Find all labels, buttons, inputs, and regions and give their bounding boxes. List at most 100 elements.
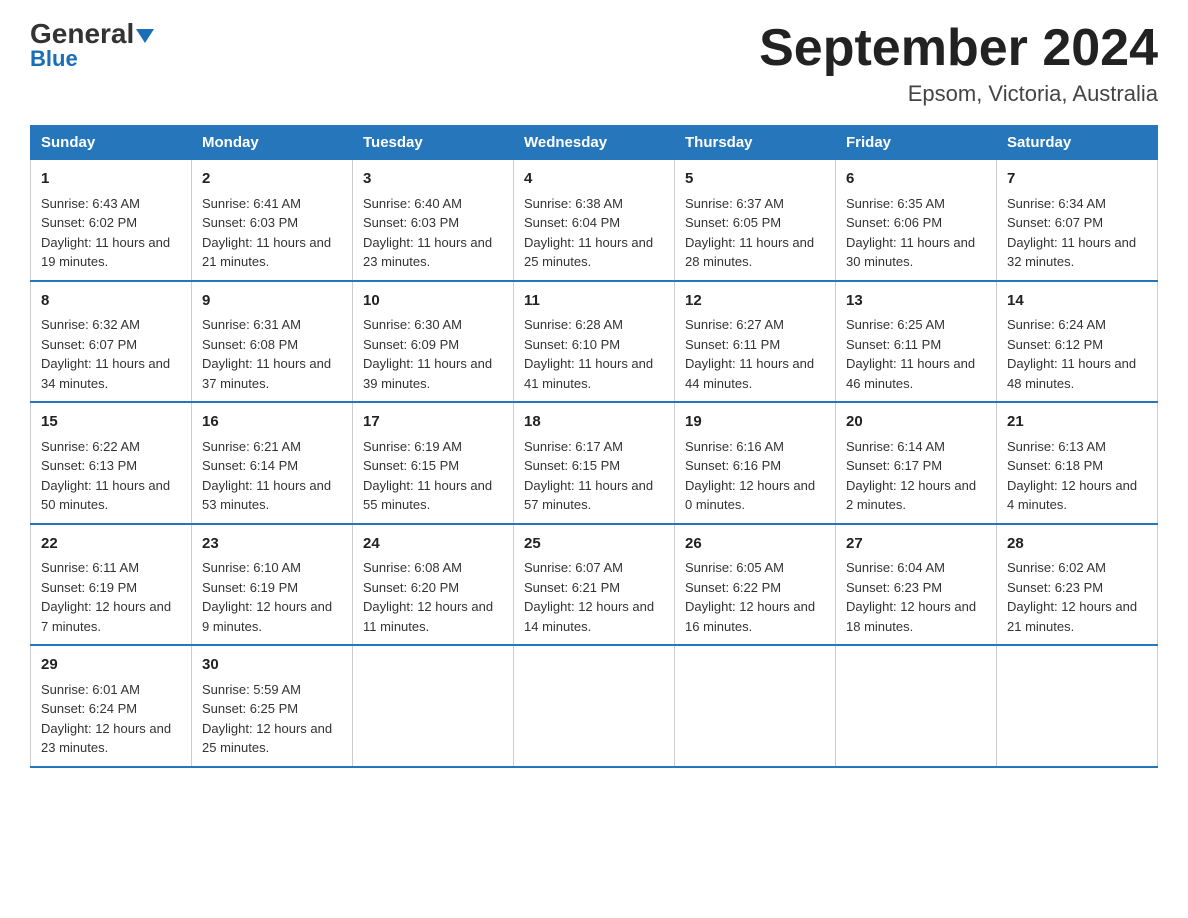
day-sunrise: Sunrise: 6:01 AM xyxy=(41,682,140,697)
day-sunset: Sunset: 6:14 PM xyxy=(202,458,298,473)
weekday-header-thursday: Thursday xyxy=(675,126,836,160)
calendar-cell: 14Sunrise: 6:24 AMSunset: 6:12 PMDayligh… xyxy=(997,281,1158,403)
day-sunset: Sunset: 6:06 PM xyxy=(846,215,942,230)
title-area: September 2024 Epsom, Victoria, Australi… xyxy=(759,20,1158,107)
day-daylight: Daylight: 11 hours and 41 minutes. xyxy=(524,356,653,391)
day-sunrise: Sunrise: 6:43 AM xyxy=(41,196,140,211)
calendar-cell: 25Sunrise: 6:07 AMSunset: 6:21 PMDayligh… xyxy=(514,524,675,646)
day-number: 13 xyxy=(846,290,986,313)
day-sunset: Sunset: 6:20 PM xyxy=(363,580,459,595)
weekday-header-sunday: Sunday xyxy=(31,126,192,160)
day-number: 24 xyxy=(363,533,503,556)
day-daylight: Daylight: 11 hours and 25 minutes. xyxy=(524,235,653,270)
day-sunrise: Sunrise: 6:32 AM xyxy=(41,317,140,332)
day-number: 17 xyxy=(363,411,503,434)
day-sunset: Sunset: 6:23 PM xyxy=(846,580,942,595)
day-daylight: Daylight: 11 hours and 28 minutes. xyxy=(685,235,814,270)
day-sunrise: Sunrise: 6:27 AM xyxy=(685,317,784,332)
day-sunrise: Sunrise: 6:35 AM xyxy=(846,196,945,211)
day-sunset: Sunset: 6:02 PM xyxy=(41,215,137,230)
calendar-body: 1 Sunrise: 6:43 AM Sunset: 6:02 PM Daylight… xyxy=(31,160,1158,767)
day-sunset: Sunset: 6:23 PM xyxy=(1007,580,1103,595)
day-sunrise: Sunrise: 6:14 AM xyxy=(846,439,945,454)
calendar-header-row: SundayMondayTuesdayWednesdayThursdayFrid… xyxy=(31,126,1158,160)
day-sunrise: Sunrise: 6:31 AM xyxy=(202,317,301,332)
day-daylight: Daylight: 11 hours and 55 minutes. xyxy=(363,478,492,513)
calendar-week-row: 22Sunrise: 6:11 AMSunset: 6:19 PMDayligh… xyxy=(31,524,1158,646)
day-daylight: Daylight: 11 hours and 30 minutes. xyxy=(846,235,975,270)
day-daylight: Daylight: 12 hours and 16 minutes. xyxy=(685,599,815,634)
calendar-cell xyxy=(353,645,514,767)
calendar-cell: 12Sunrise: 6:27 AMSunset: 6:11 PMDayligh… xyxy=(675,281,836,403)
day-number: 28 xyxy=(1007,533,1147,556)
day-sunrise: Sunrise: 6:24 AM xyxy=(1007,317,1106,332)
day-daylight: Daylight: 12 hours and 9 minutes. xyxy=(202,599,332,634)
day-number: 18 xyxy=(524,411,664,434)
day-daylight: Daylight: 11 hours and 34 minutes. xyxy=(41,356,170,391)
day-sunrise: Sunrise: 6:08 AM xyxy=(363,560,462,575)
day-number: 9 xyxy=(202,290,342,313)
day-number: 29 xyxy=(41,654,181,677)
calendar-week-row: 8Sunrise: 6:32 AMSunset: 6:07 PMDaylight… xyxy=(31,281,1158,403)
day-daylight: Daylight: 11 hours and 19 minutes. xyxy=(41,235,170,270)
day-sunrise: Sunrise: 6:28 AM xyxy=(524,317,623,332)
weekday-header-friday: Friday xyxy=(836,126,997,160)
day-sunset: Sunset: 6:09 PM xyxy=(363,337,459,352)
day-daylight: Daylight: 12 hours and 25 minutes. xyxy=(202,721,332,756)
day-sunset: Sunset: 6:11 PM xyxy=(685,337,780,352)
day-number: 12 xyxy=(685,290,825,313)
day-number: 16 xyxy=(202,411,342,434)
day-sunset: Sunset: 6:08 PM xyxy=(202,337,298,352)
weekday-header-wednesday: Wednesday xyxy=(514,126,675,160)
calendar-cell xyxy=(997,645,1158,767)
day-sunrise: Sunrise: 6:37 AM xyxy=(685,196,784,211)
day-daylight: Daylight: 11 hours and 50 minutes. xyxy=(41,478,170,513)
day-sunrise: Sunrise: 6:05 AM xyxy=(685,560,784,575)
day-sunset: Sunset: 6:22 PM xyxy=(685,580,781,595)
calendar-cell: 20Sunrise: 6:14 AMSunset: 6:17 PMDayligh… xyxy=(836,402,997,524)
day-sunrise: Sunrise: 6:04 AM xyxy=(846,560,945,575)
day-sunset: Sunset: 6:25 PM xyxy=(202,701,298,716)
day-sunrise: Sunrise: 6:38 AM xyxy=(524,196,623,211)
day-sunrise: Sunrise: 6:13 AM xyxy=(1007,439,1106,454)
day-daylight: Daylight: 12 hours and 0 minutes. xyxy=(685,478,815,513)
calendar-cell: 30Sunrise: 5:59 AMSunset: 6:25 PMDayligh… xyxy=(192,645,353,767)
day-sunrise: Sunrise: 6:10 AM xyxy=(202,560,301,575)
day-number: 25 xyxy=(524,533,664,556)
day-number: 30 xyxy=(202,654,342,677)
day-sunrise: Sunrise: 6:30 AM xyxy=(363,317,462,332)
calendar-cell: 3Sunrise: 6:40 AMSunset: 6:03 PMDaylight… xyxy=(353,160,514,281)
day-number: 22 xyxy=(41,533,181,556)
month-title: September 2024 xyxy=(759,20,1158,77)
day-daylight: Daylight: 11 hours and 21 minutes. xyxy=(202,235,331,270)
day-daylight: Daylight: 11 hours and 23 minutes. xyxy=(363,235,492,270)
day-sunset: Sunset: 6:03 PM xyxy=(363,215,459,230)
day-number: 21 xyxy=(1007,411,1147,434)
day-daylight: Daylight: 11 hours and 37 minutes. xyxy=(202,356,331,391)
day-daylight: Daylight: 12 hours and 18 minutes. xyxy=(846,599,976,634)
day-sunrise: Sunrise: 6:19 AM xyxy=(363,439,462,454)
day-number: 7 xyxy=(1007,168,1147,191)
calendar-cell xyxy=(836,645,997,767)
day-sunset: Sunset: 6:04 PM xyxy=(524,215,620,230)
calendar-cell: 8Sunrise: 6:32 AMSunset: 6:07 PMDaylight… xyxy=(31,281,192,403)
day-number: 1 xyxy=(41,168,181,191)
calendar-cell: 26Sunrise: 6:05 AMSunset: 6:22 PMDayligh… xyxy=(675,524,836,646)
location-title: Epsom, Victoria, Australia xyxy=(759,81,1158,107)
day-sunrise: Sunrise: 6:25 AM xyxy=(846,317,945,332)
calendar-week-row: 15Sunrise: 6:22 AMSunset: 6:13 PMDayligh… xyxy=(31,402,1158,524)
day-sunset: Sunset: 6:17 PM xyxy=(846,458,942,473)
weekday-header-monday: Monday xyxy=(192,126,353,160)
calendar-cell: 23Sunrise: 6:10 AMSunset: 6:19 PMDayligh… xyxy=(192,524,353,646)
day-sunset: Sunset: 6:03 PM xyxy=(202,215,298,230)
calendar-cell: 17Sunrise: 6:19 AMSunset: 6:15 PMDayligh… xyxy=(353,402,514,524)
calendar-week-row: 1 Sunrise: 6:43 AM Sunset: 6:02 PM Daylight… xyxy=(31,160,1158,281)
day-daylight: Daylight: 11 hours and 53 minutes. xyxy=(202,478,331,513)
day-number: 3 xyxy=(363,168,503,191)
calendar-cell xyxy=(514,645,675,767)
day-daylight: Daylight: 11 hours and 39 minutes. xyxy=(363,356,492,391)
calendar-cell: 4Sunrise: 6:38 AMSunset: 6:04 PMDaylight… xyxy=(514,160,675,281)
calendar-cell xyxy=(675,645,836,767)
day-number: 8 xyxy=(41,290,181,313)
logo-blue-text: Blue xyxy=(30,46,78,72)
